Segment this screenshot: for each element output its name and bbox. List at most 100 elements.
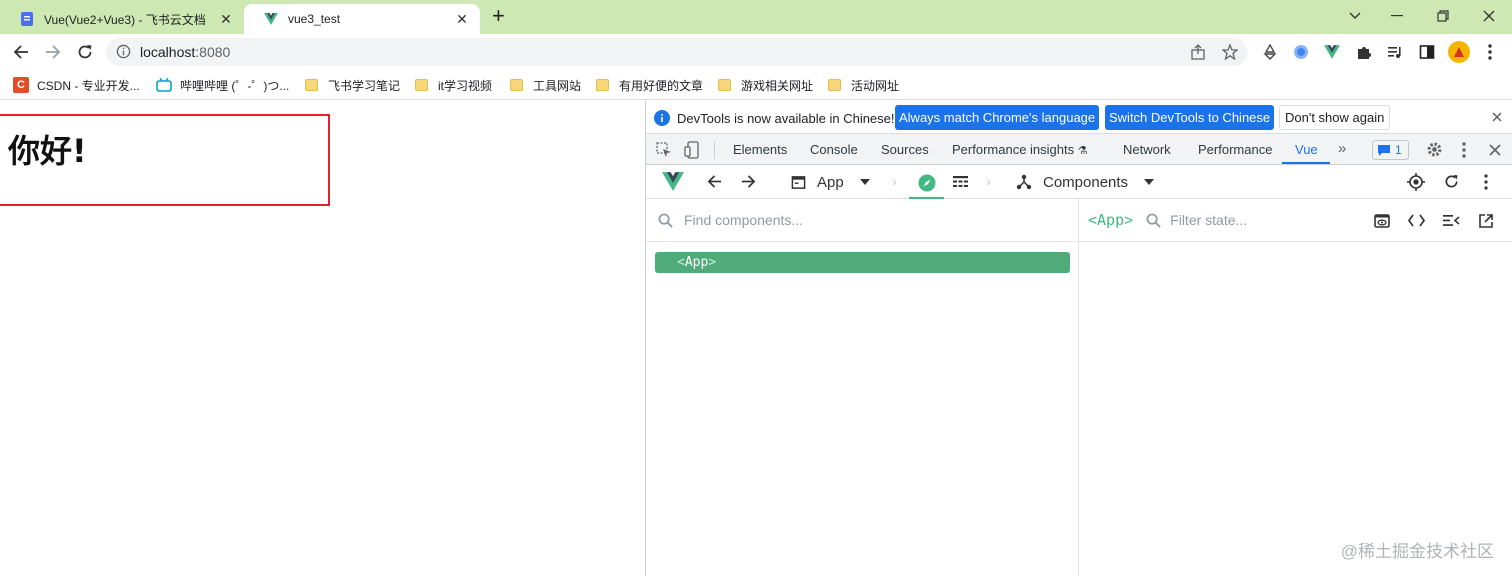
always-match-language-button[interactable]: Always match Chrome's language [895, 105, 1100, 130]
vue-devtools-extension-icon[interactable] [1322, 42, 1342, 62]
tab-performance[interactable]: Performance [1198, 142, 1272, 157]
bookmark-folder-games[interactable]: 游戏相关网址 [718, 76, 813, 94]
close-tab-icon[interactable]: ✕ [454, 11, 470, 27]
bookmark-label: 有用好便的文章 [619, 78, 704, 93]
breadcrumb-separator: › [892, 173, 897, 189]
folder-icon [415, 79, 428, 91]
app-selector-label: App [817, 173, 844, 191]
forward-arrow-icon[interactable] [42, 41, 64, 63]
search-icon [1146, 213, 1161, 228]
device-toolbar-icon[interactable] [684, 141, 700, 159]
find-components-row: Find components... [646, 199, 1078, 242]
new-tab-button[interactable]: + [492, 5, 512, 28]
url-text: localhost:8080 [140, 44, 231, 60]
component-tree-row-app[interactable]: < App > [655, 252, 1070, 273]
filter-state-input[interactable]: Filter state... [1170, 212, 1247, 228]
components-view-dropdown[interactable]: Components [1016, 172, 1155, 192]
bookmark-csdn[interactable]: C CSDN - 专业开发... [13, 76, 140, 94]
tab-vue[interactable]: Vue [1295, 142, 1318, 157]
devtools-menu-icon[interactable] [1462, 142, 1466, 158]
tab-search-chevron-icon[interactable] [1344, 6, 1366, 26]
inspector-compass-button[interactable] [909, 169, 944, 199]
juejin-watermark: @稀土掘金技术社区 [1340, 542, 1494, 561]
puzzle-extensions-icon[interactable] [1354, 42, 1374, 62]
inspect-element-icon[interactable] [656, 142, 672, 158]
vue-more-menu-icon[interactable] [1484, 174, 1488, 190]
globe-extension-icon[interactable] [1291, 42, 1311, 62]
inspect-dom-icon[interactable] [1443, 214, 1460, 227]
site-info-icon[interactable] [116, 44, 131, 59]
app-root-container: 你好! [0, 114, 330, 206]
bookmark-label: 飞书学习笔记 [328, 78, 401, 93]
divider [714, 141, 715, 159]
select-component-target-icon[interactable] [1407, 173, 1425, 191]
tab-performance-insights[interactable]: Performance insights ⚗ [952, 142, 1088, 157]
infobar-message: DevTools is now available in Chinese! [677, 111, 895, 126]
side-panel-icon[interactable] [1417, 42, 1437, 62]
minimize-icon[interactable] [1386, 6, 1408, 26]
reload-icon[interactable] [74, 41, 96, 63]
tab-vue3-test[interactable]: vue3_test ✕ [244, 4, 480, 34]
back-arrow-icon[interactable] [10, 41, 32, 63]
selected-component-name: <App> [1088, 211, 1134, 229]
app-window-icon [791, 175, 806, 189]
recycle-extension-icon[interactable] [1260, 42, 1280, 62]
restore-icon[interactable] [1432, 6, 1454, 26]
bookmark-folder-articles[interactable]: 有用好便的文章 [596, 76, 703, 94]
bookmark-bilibili[interactable]: 哔哩哔哩 (゜-゜)つ... [156, 76, 289, 94]
devtools-panel: DevTools is now available in Chinese! Al… [645, 101, 1512, 576]
app-selector-dropdown[interactable]: App [791, 172, 870, 192]
show-render-code-icon[interactable] [1408, 214, 1425, 227]
tab-console[interactable]: Console [810, 142, 858, 157]
close-tab-icon[interactable]: ✕ [218, 11, 234, 27]
history-forward-icon[interactable] [741, 174, 756, 189]
profile-avatar[interactable] [1448, 41, 1470, 63]
bookmark-label: CSDN - 专业开发... [37, 78, 140, 93]
share-icon[interactable] [1190, 44, 1206, 60]
issues-counter-button[interactable]: 1 [1372, 140, 1409, 160]
browser-title-bar: Vue(Vue2+Vue3) - 飞书云文档 ✕ vue3_test ✕ + [0, 0, 1512, 34]
refresh-icon[interactable] [1444, 174, 1459, 189]
chevron-down-icon [859, 179, 870, 185]
selected-tab-indicator [1282, 162, 1330, 164]
switch-to-chinese-button[interactable]: Switch DevTools to Chinese [1105, 105, 1275, 130]
devtools-tab-strip: Elements Console Sources Performance ins… [646, 134, 1512, 165]
chevron-down-icon [1144, 179, 1155, 185]
experiment-flask-icon: ⚗ [1077, 145, 1088, 157]
scroll-to-component-icon[interactable] [1374, 213, 1390, 229]
bookmark-label: 哔哩哔哩 (゜-゜)つ... [180, 78, 290, 93]
close-infobar-icon[interactable] [1492, 112, 1502, 122]
close-devtools-icon[interactable] [1489, 144, 1501, 156]
bookmark-folder-tools[interactable]: 工具网站 [510, 76, 581, 94]
tab-title: vue3_test [288, 12, 341, 26]
more-tabs-chevron-icon[interactable]: » [1338, 140, 1346, 157]
folder-icon [305, 79, 318, 91]
tab-elements[interactable]: Elements [733, 142, 787, 157]
info-icon [654, 110, 670, 126]
open-in-editor-icon[interactable] [1478, 213, 1494, 229]
tab-feishu-doc[interactable]: Vue(Vue2+Vue3) - 飞书云文档 ✕ [0, 4, 244, 34]
chrome-menu-icon[interactable] [1480, 42, 1500, 62]
dont-show-again-button[interactable]: Don't show again [1279, 105, 1391, 130]
browser-toolbar: localhost:8080 [0, 34, 1512, 68]
bookmark-folder-feishu[interactable]: 飞书学习笔记 [305, 76, 400, 94]
timeline-icon[interactable] [952, 175, 969, 189]
folder-icon [596, 79, 609, 91]
bookmark-star-icon[interactable] [1222, 44, 1238, 60]
tab-network[interactable]: Network [1123, 142, 1171, 157]
settings-gear-icon[interactable] [1426, 141, 1443, 158]
csdn-icon: C [13, 77, 29, 93]
bookmark-folder-events[interactable]: 活动网址 [828, 76, 899, 94]
close-window-icon[interactable] [1478, 6, 1500, 26]
find-components-input[interactable]: Find components... [684, 212, 803, 228]
tab-sources[interactable]: Sources [881, 142, 929, 157]
view-selector-label: Components [1043, 173, 1129, 191]
address-bar[interactable]: localhost:8080 [106, 38, 1248, 66]
bookmark-folder-it[interactable]: it学习视频 [415, 76, 492, 94]
bookmark-label: 活动网址 [851, 78, 900, 93]
media-control-icon[interactable] [1385, 42, 1405, 62]
history-back-icon[interactable] [707, 174, 722, 189]
issues-message-icon [1378, 145, 1390, 156]
component-name: App [684, 255, 709, 270]
folder-icon [718, 79, 731, 91]
